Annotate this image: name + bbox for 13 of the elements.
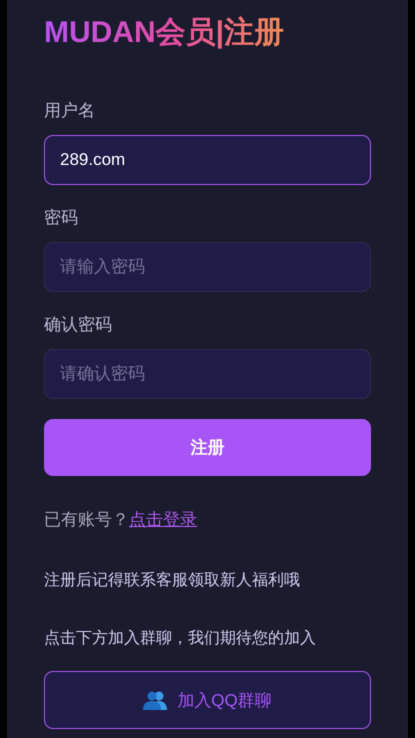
input-field[interactable]: 请确认密码 <box>44 349 371 399</box>
users-icon <box>143 690 168 710</box>
input-field[interactable]: 289.com <box>44 135 371 185</box>
info-text: 点击下方加入群聊，我们期待您的加入 <box>44 628 316 649</box>
login-prompt: 已有账号？点击登录 <box>44 509 197 531</box>
field-label: 密码 <box>44 207 78 229</box>
login-link[interactable]: 点击登录 <box>129 510 197 529</box>
join-group-button[interactable]: 加入QQ群聊 <box>44 671 371 729</box>
info-text: 注册后记得联系客服领取新人福利哦 <box>44 570 300 591</box>
field-label: 确认密码 <box>44 314 112 336</box>
input-field[interactable]: 请输入密码 <box>44 242 371 292</box>
register-button[interactable]: 注册 <box>44 419 371 476</box>
field-label: 用户名 <box>44 100 95 122</box>
